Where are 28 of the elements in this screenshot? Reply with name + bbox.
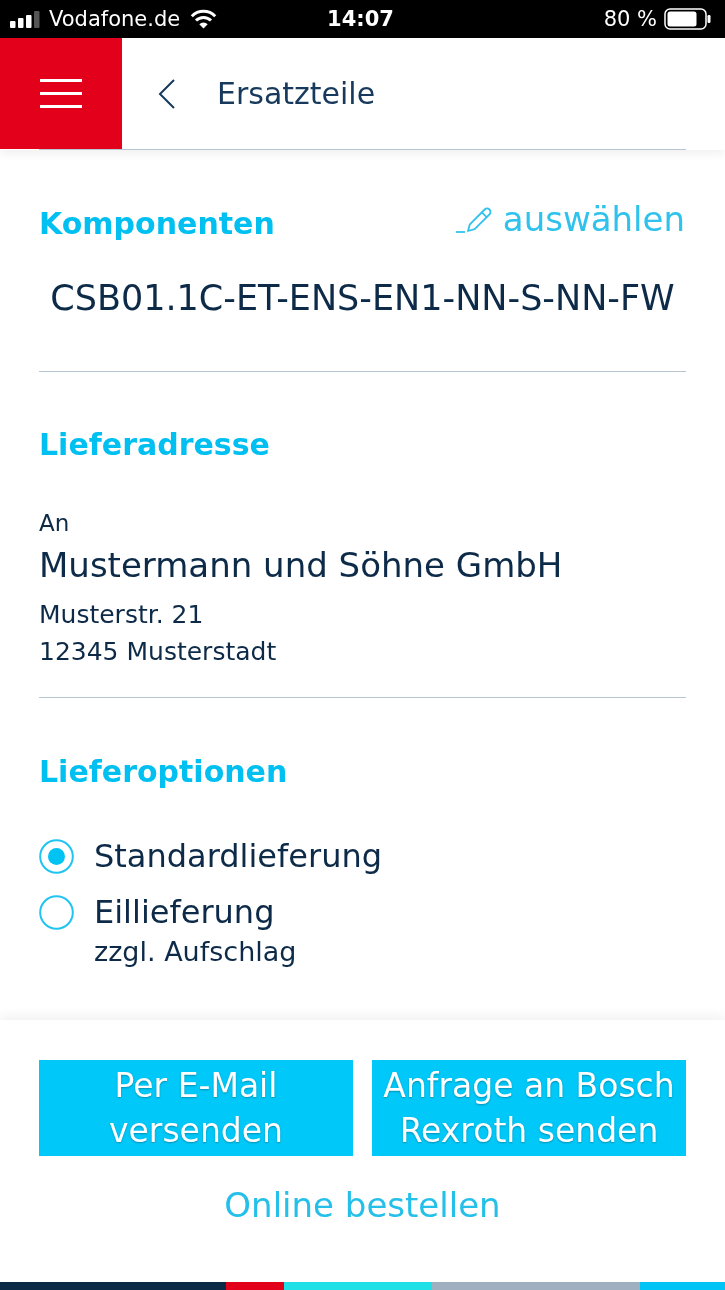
component-code: CSB01.1C-ET-ENS-EN1-NN-S-NN-FW — [49, 277, 676, 319]
page-title: Ersatzteile — [217, 75, 376, 112]
back-button[interactable] — [158, 78, 175, 109]
select-link[interactable]: auswählen — [454, 199, 685, 239]
clock-time: 14:07 — [327, 6, 394, 32]
radio-button[interactable] — [39, 838, 74, 874]
signal-icon — [10, 10, 40, 28]
action-button[interactable]: Anfrage an Bosch Rexroth senden — [372, 1060, 686, 1156]
option-label: Eillieferung — [94, 892, 275, 932]
address-salutation: An — [39, 509, 71, 537]
wifi-icon — [190, 9, 218, 29]
back-icon — [158, 78, 175, 109]
menu-icon — [40, 79, 82, 108]
option-label: Standardlieferung — [94, 836, 383, 876]
battery-icon — [664, 8, 711, 30]
menu-button[interactable] — [0, 38, 122, 149]
radio-button[interactable] — [39, 894, 74, 930]
section-heading: Komponenten — [39, 206, 275, 242]
address-line: Musterstr. 21 — [39, 599, 205, 631]
section-heading: Lieferadresse — [39, 427, 270, 463]
address-line: 12345 Musterstadt — [39, 636, 278, 668]
battery-percentage: 80 % — [603, 6, 657, 32]
carrier-name: Vodafone.de — [49, 6, 181, 32]
section-heading: Lieferoptionen — [39, 754, 288, 790]
action-button[interactable]: Per E-Mail versenden — [39, 1060, 353, 1156]
online-order-link[interactable]: Online bestellen — [224, 1185, 501, 1225]
option-note: zzgl. Aufschlag — [94, 936, 297, 968]
company-name: Mustermann und Söhne GmbH — [39, 545, 564, 585]
